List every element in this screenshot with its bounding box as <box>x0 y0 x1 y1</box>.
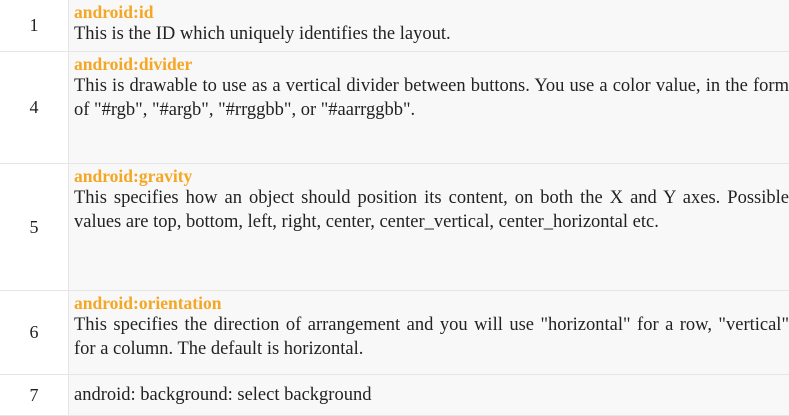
row-content: android:gravity This specifies how an ob… <box>69 164 789 291</box>
row-number: 1 <box>0 0 69 52</box>
table-row: 6 android:orientation This specifies the… <box>0 291 789 375</box>
row-number: 6 <box>0 291 69 375</box>
row-number: 5 <box>0 164 69 291</box>
attribute-name: android:orientation <box>74 291 789 313</box>
row-number: 7 <box>0 375 69 416</box>
row-content: android:orientation This specifies the d… <box>69 291 789 375</box>
table-row: 7 android: background: select background <box>0 375 789 416</box>
attribute-description: This specifies the direction of arrangem… <box>74 313 789 361</box>
attribute-text: android: background: select background <box>74 383 789 407</box>
row-content: android:divider This is drawable to use … <box>69 52 789 164</box>
attributes-table: 1 android:id This is the ID which unique… <box>0 0 789 416</box>
attribute-name: android:divider <box>74 52 789 74</box>
table-row: 4 android:divider This is drawable to us… <box>0 52 789 164</box>
attribute-description: This is drawable to use as a vertical di… <box>74 74 789 122</box>
row-number: 4 <box>0 52 69 164</box>
row-content: android:id This is the ID which uniquely… <box>69 0 789 52</box>
table-row: 5 android:gravity This specifies how an … <box>0 164 789 291</box>
table-row: 1 android:id This is the ID which unique… <box>0 0 789 52</box>
row-content: android: background: select background <box>69 375 789 416</box>
attribute-description: This is the ID which uniquely identifies… <box>74 22 789 46</box>
attribute-description: This specifies how an object should posi… <box>74 186 789 234</box>
attribute-name: android:id <box>74 0 789 22</box>
attribute-name: android:gravity <box>74 164 789 186</box>
